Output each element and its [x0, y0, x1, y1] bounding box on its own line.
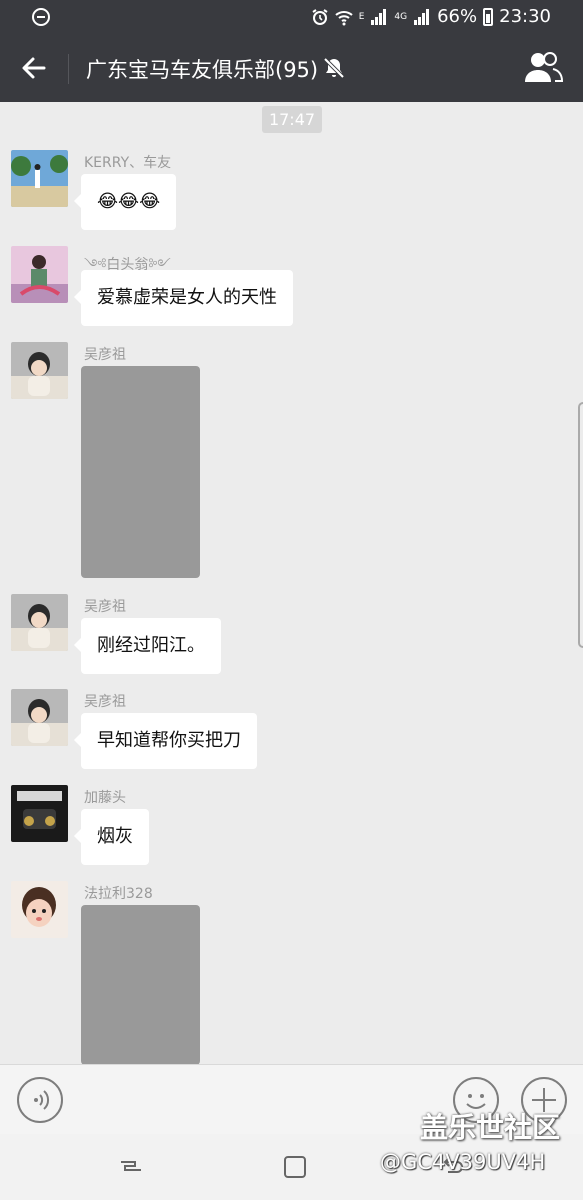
avatar[interactable]: [11, 246, 68, 303]
image-message[interactable]: [81, 366, 200, 578]
message-bubble[interactable]: 刚经过阳江。: [74, 618, 221, 674]
sender-name: 吴彦祖: [84, 347, 126, 363]
sender-name: KERRY、车友: [84, 155, 172, 171]
watermark-site: 盖乐世社区: [420, 1111, 561, 1144]
avatar[interactable]: [11, 594, 68, 651]
timestamp-chip: 17:47: [262, 106, 322, 133]
voice-button[interactable]: [17, 1077, 63, 1123]
home-icon[interactable]: [282, 1154, 308, 1180]
avatar[interactable]: [11, 342, 68, 399]
back-arrow-icon[interactable]: [18, 52, 50, 84]
watermark-user: @GC4V39UV4H: [380, 1150, 546, 1174]
bell-off-icon: [323, 57, 345, 79]
sender-name: 法拉利328: [84, 886, 153, 902]
network-e-label: E: [358, 11, 365, 22]
status-bar: E 4G 66% 23:30: [0, 0, 583, 34]
message-bubble[interactable]: 烟灰: [74, 809, 149, 865]
battery-icon: [483, 7, 494, 26]
message-bubble[interactable]: 早知道帮你买把刀: [74, 713, 257, 769]
image-message[interactable]: [81, 905, 200, 1065]
group-icon[interactable]: [523, 50, 563, 84]
sender-name: 加藤头: [84, 790, 126, 806]
battery-percent: 66%: [437, 6, 478, 27]
chat-header: 广东宝马车友俱乐部(95): [0, 34, 583, 102]
header-divider: [68, 54, 69, 84]
do-not-disturb-icon: [32, 8, 50, 26]
wifi-icon: [335, 10, 353, 25]
chat-title[interactable]: 广东宝马车友俱乐部(95): [86, 54, 318, 84]
avatar[interactable]: [11, 689, 68, 746]
avatar[interactable]: [11, 881, 68, 938]
signal-icon-2: [414, 8, 430, 25]
message-bubble[interactable]: 爱慕虚荣是女人的天性: [74, 270, 293, 326]
signal-icon: [371, 8, 387, 25]
avatar[interactable]: [11, 785, 68, 842]
network-label: 4G: [394, 11, 408, 22]
voice-icon: [34, 1090, 50, 1110]
sender-name: 吴彦祖: [84, 599, 126, 615]
message-bubble[interactable]: 😂😂😂: [73, 174, 177, 230]
recent-apps-icon[interactable]: [118, 1154, 144, 1180]
alarm-icon: [312, 8, 328, 25]
sender-name: 吴彦祖: [84, 694, 126, 710]
clock: 23:30: [499, 6, 551, 27]
status-right: E 4G 66% 23:30: [311, 6, 551, 27]
scroll-indicator[interactable]: [578, 402, 583, 648]
avatar[interactable]: [11, 150, 68, 207]
